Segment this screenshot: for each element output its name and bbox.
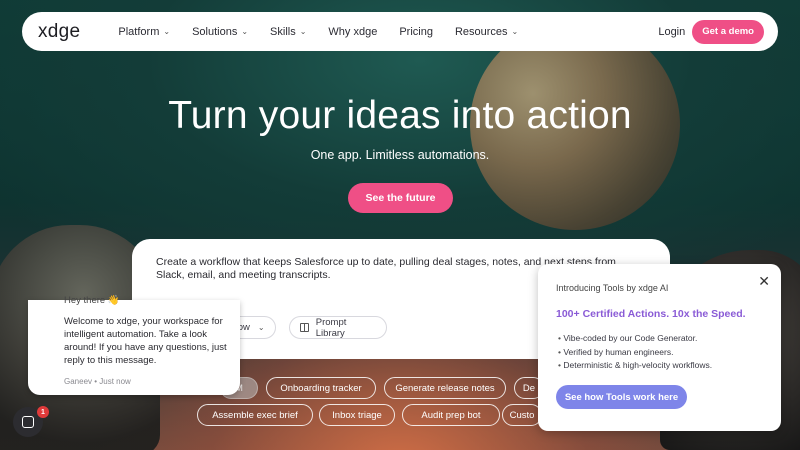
chip-audit-prep[interactable]: Audit prep bot bbox=[402, 404, 500, 426]
chat-meta: Ganeev • Just now bbox=[64, 377, 131, 386]
close-icon[interactable]: ✕ bbox=[758, 273, 770, 290]
chevron-down-icon: ⌄ bbox=[299, 27, 307, 36]
nav-resources[interactable]: Resources ⌄ bbox=[455, 26, 518, 38]
nav-why-label: Why xdge bbox=[328, 25, 378, 38]
login-link[interactable]: Login bbox=[658, 26, 685, 38]
chip-custom[interactable]: Custo bbox=[502, 404, 542, 426]
see-the-future-button[interactable]: See the future bbox=[348, 183, 453, 213]
nav-links: Platform ⌄ Solutions ⌄ Skills ⌄ Why xdge Pr… bbox=[118, 26, 658, 38]
nav-solutions[interactable]: Solutions ⌄ bbox=[192, 26, 248, 38]
chat-icon bbox=[22, 416, 34, 428]
tools-title: 100+ Certified Actions. 10x the Speed. bbox=[556, 308, 746, 320]
book-icon bbox=[300, 323, 309, 332]
chevron-down-icon: ⌄ bbox=[257, 323, 265, 332]
logo[interactable]: xdge bbox=[38, 21, 80, 43]
nav-skills-label: Skills bbox=[270, 25, 296, 38]
chip-onboarding-tracker[interactable]: Onboarding tracker bbox=[266, 377, 376, 399]
tools-intro: Introducing Tools by xdge AI bbox=[556, 283, 669, 293]
chat-greeting: Hey there 👋 bbox=[64, 295, 120, 306]
chevron-down-icon: ⌄ bbox=[511, 27, 519, 36]
see-tools-button[interactable]: See how Tools work here bbox=[556, 385, 687, 409]
hero-subtitle: One app. Limitless automations. bbox=[310, 148, 490, 162]
tools-bullets: Vibe-coded by our Code Generator. Verifi… bbox=[558, 332, 712, 373]
nav-skills[interactable]: Skills ⌄ bbox=[270, 26, 306, 38]
nav-platform[interactable]: Platform ⌄ bbox=[118, 26, 170, 38]
chevron-down-icon: ⌄ bbox=[241, 27, 249, 36]
get-demo-button[interactable]: Get a demo bbox=[692, 19, 764, 44]
chat-message: Welcome to xdge, your workspace for inte… bbox=[64, 316, 227, 366]
chip-release-notes[interactable]: Generate release notes bbox=[384, 377, 506, 399]
tools-bullet: Verified by human engineers. bbox=[558, 346, 712, 360]
tools-bullet: Deterministic & high-velocity workflows. bbox=[558, 359, 712, 373]
nav-resources-label: Resources bbox=[454, 25, 508, 38]
nav-platform-label: Platform bbox=[118, 25, 160, 38]
chat-message-popup[interactable]: Hey there 👋 Welcome to xdge, your worksp… bbox=[28, 295, 240, 395]
top-navbar: xdge Platform ⌄ Solutions ⌄ Skills ⌄ Why xd… bbox=[22, 12, 778, 51]
chip-exec-brief[interactable]: Assemble exec brief bbox=[197, 404, 313, 426]
prompt-library-label: Prompt Library bbox=[315, 316, 347, 339]
notification-badge: 1 bbox=[37, 406, 49, 418]
tools-bullet: Vibe-coded by our Code Generator. bbox=[558, 332, 712, 346]
tools-popup: ✕ Introducing Tools by xdge AI 100+ Cert… bbox=[538, 264, 781, 431]
prompt-library-button[interactable]: Prompt Library bbox=[289, 316, 387, 339]
chip-inbox-triage[interactable]: Inbox triage bbox=[319, 404, 395, 426]
nav-solutions-label: Solutions bbox=[192, 25, 238, 38]
hero-title: Turn your ideas into action bbox=[168, 94, 632, 137]
chevron-down-icon: ⌄ bbox=[163, 27, 171, 36]
nav-pricing[interactable]: Pricing bbox=[399, 26, 433, 38]
nav-pricing-label: Pricing bbox=[399, 25, 433, 38]
nav-why[interactable]: Why xdge bbox=[328, 26, 377, 38]
